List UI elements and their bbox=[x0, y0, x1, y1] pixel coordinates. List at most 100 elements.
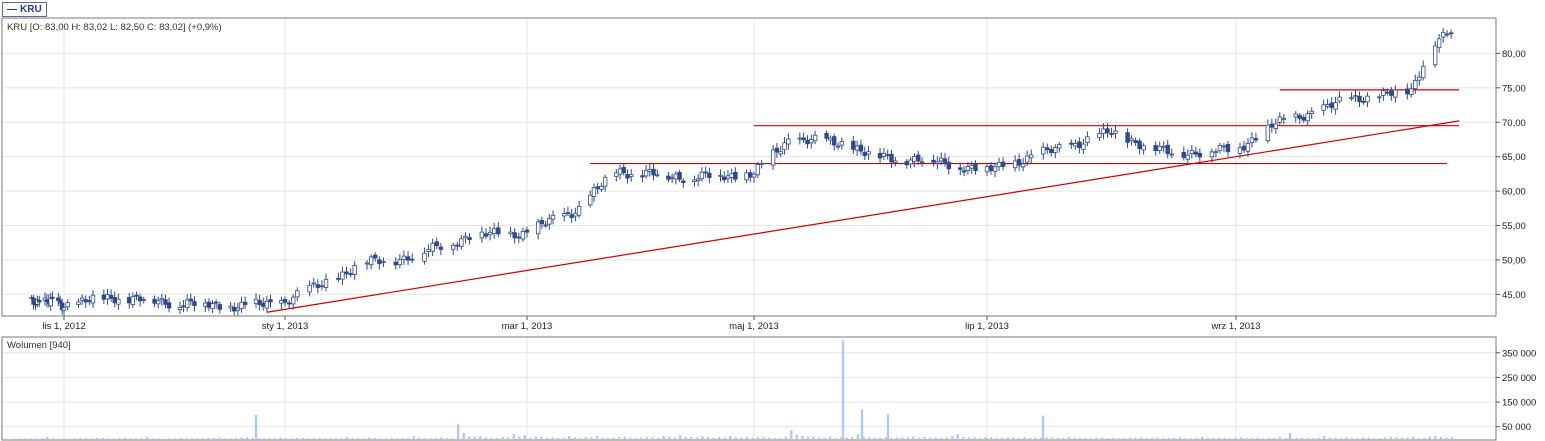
volume-bar bbox=[1273, 437, 1276, 439]
candle-body bbox=[348, 273, 353, 275]
candle-body bbox=[699, 171, 705, 180]
candle-body bbox=[79, 297, 85, 301]
volume-bar bbox=[562, 437, 565, 439]
candle-body bbox=[562, 213, 567, 217]
candle-body bbox=[438, 246, 444, 250]
candle-body bbox=[1225, 143, 1231, 153]
candle-body bbox=[1265, 124, 1271, 142]
volume-bar bbox=[945, 437, 948, 439]
volume-bar bbox=[667, 437, 671, 439]
volume-bar bbox=[90, 438, 93, 439]
volume-bar bbox=[1400, 437, 1404, 439]
volume-bar bbox=[456, 424, 460, 439]
candle-body bbox=[851, 140, 856, 150]
volume-bar bbox=[190, 438, 193, 439]
candle-body bbox=[1053, 147, 1058, 153]
volume-bar bbox=[867, 437, 871, 439]
volume-bar bbox=[1134, 437, 1137, 439]
volume-bar bbox=[1267, 438, 1270, 439]
volume-bar bbox=[157, 438, 160, 439]
volume-bar bbox=[1339, 438, 1343, 439]
candle-body bbox=[181, 305, 186, 308]
volume-bar bbox=[40, 438, 43, 439]
candle-body bbox=[1157, 145, 1162, 151]
volume-bar bbox=[418, 437, 421, 439]
candle-body bbox=[1129, 138, 1134, 142]
candle-body bbox=[268, 299, 273, 303]
candle-body bbox=[628, 174, 634, 177]
candle-body bbox=[31, 297, 36, 305]
candle-body bbox=[573, 213, 578, 217]
candle-body bbox=[307, 284, 312, 293]
volume-bar bbox=[841, 340, 845, 439]
volume-bar bbox=[923, 437, 926, 439]
volume-bar bbox=[179, 438, 182, 439]
volume-bar bbox=[501, 437, 504, 439]
candle-body bbox=[1125, 132, 1130, 143]
volume-bar bbox=[612, 437, 615, 439]
volume-bar bbox=[1084, 438, 1087, 439]
volume-bar bbox=[1184, 438, 1187, 439]
candle-body bbox=[866, 151, 871, 155]
volume-bar bbox=[823, 437, 826, 439]
candle-body bbox=[90, 294, 96, 304]
candle-body bbox=[434, 241, 439, 247]
volume-bar bbox=[762, 437, 765, 439]
volume-bar bbox=[812, 436, 815, 439]
volume-bar bbox=[1073, 437, 1076, 439]
candle-body bbox=[1281, 118, 1287, 120]
volume-bar bbox=[262, 438, 266, 439]
volume-bar bbox=[1300, 438, 1304, 439]
volume-bar bbox=[901, 437, 904, 439]
candle-body bbox=[992, 166, 998, 172]
candle-body bbox=[1069, 142, 1074, 145]
volume-bar bbox=[207, 437, 210, 439]
volume-bar bbox=[218, 437, 221, 439]
candle-body bbox=[576, 206, 582, 216]
volume-tick-label: 250 000 bbox=[1502, 373, 1536, 384]
candle-body bbox=[192, 301, 197, 306]
volume-bar bbox=[740, 437, 743, 439]
volume-bar bbox=[856, 434, 860, 439]
candle-body bbox=[116, 298, 121, 305]
volume-bar bbox=[412, 436, 415, 439]
volume-bar bbox=[295, 438, 299, 439]
volume-bar bbox=[712, 437, 715, 439]
candle-body bbox=[1448, 32, 1454, 35]
volume-bar bbox=[717, 437, 721, 439]
volume-bar bbox=[23, 438, 27, 439]
candle-body bbox=[640, 175, 645, 178]
volume-bar bbox=[784, 436, 787, 439]
volume-bar bbox=[690, 437, 693, 439]
volume-bar bbox=[57, 438, 60, 440]
candle-body bbox=[965, 166, 971, 171]
volume-bar bbox=[962, 437, 965, 439]
candle-body bbox=[430, 242, 435, 252]
candle-body bbox=[1133, 140, 1138, 144]
candle-body bbox=[1241, 145, 1247, 151]
volume-bar bbox=[534, 436, 538, 439]
candle-body bbox=[591, 187, 597, 197]
candle-body bbox=[1193, 151, 1199, 155]
volume-bar bbox=[1101, 437, 1104, 439]
volume-bar bbox=[323, 438, 327, 439]
volume-bar bbox=[18, 438, 21, 440]
volume-bar bbox=[240, 437, 243, 439]
candle-body bbox=[617, 168, 623, 175]
volume-bar bbox=[257, 438, 260, 439]
candle-body bbox=[1417, 76, 1422, 81]
candle-body bbox=[1101, 128, 1106, 134]
candle-body bbox=[718, 174, 723, 177]
volume-bar bbox=[606, 438, 610, 439]
candle-body bbox=[666, 175, 671, 180]
volume-bar bbox=[46, 436, 49, 439]
candle-body bbox=[614, 172, 619, 177]
candle-body bbox=[774, 147, 780, 153]
candle-body bbox=[1409, 88, 1414, 95]
candle-body bbox=[217, 304, 222, 310]
candle-body bbox=[1245, 143, 1251, 152]
volume-bar bbox=[1212, 437, 1215, 439]
candle-body bbox=[184, 299, 190, 309]
candle-body bbox=[681, 180, 686, 183]
candle-body bbox=[1213, 151, 1219, 154]
